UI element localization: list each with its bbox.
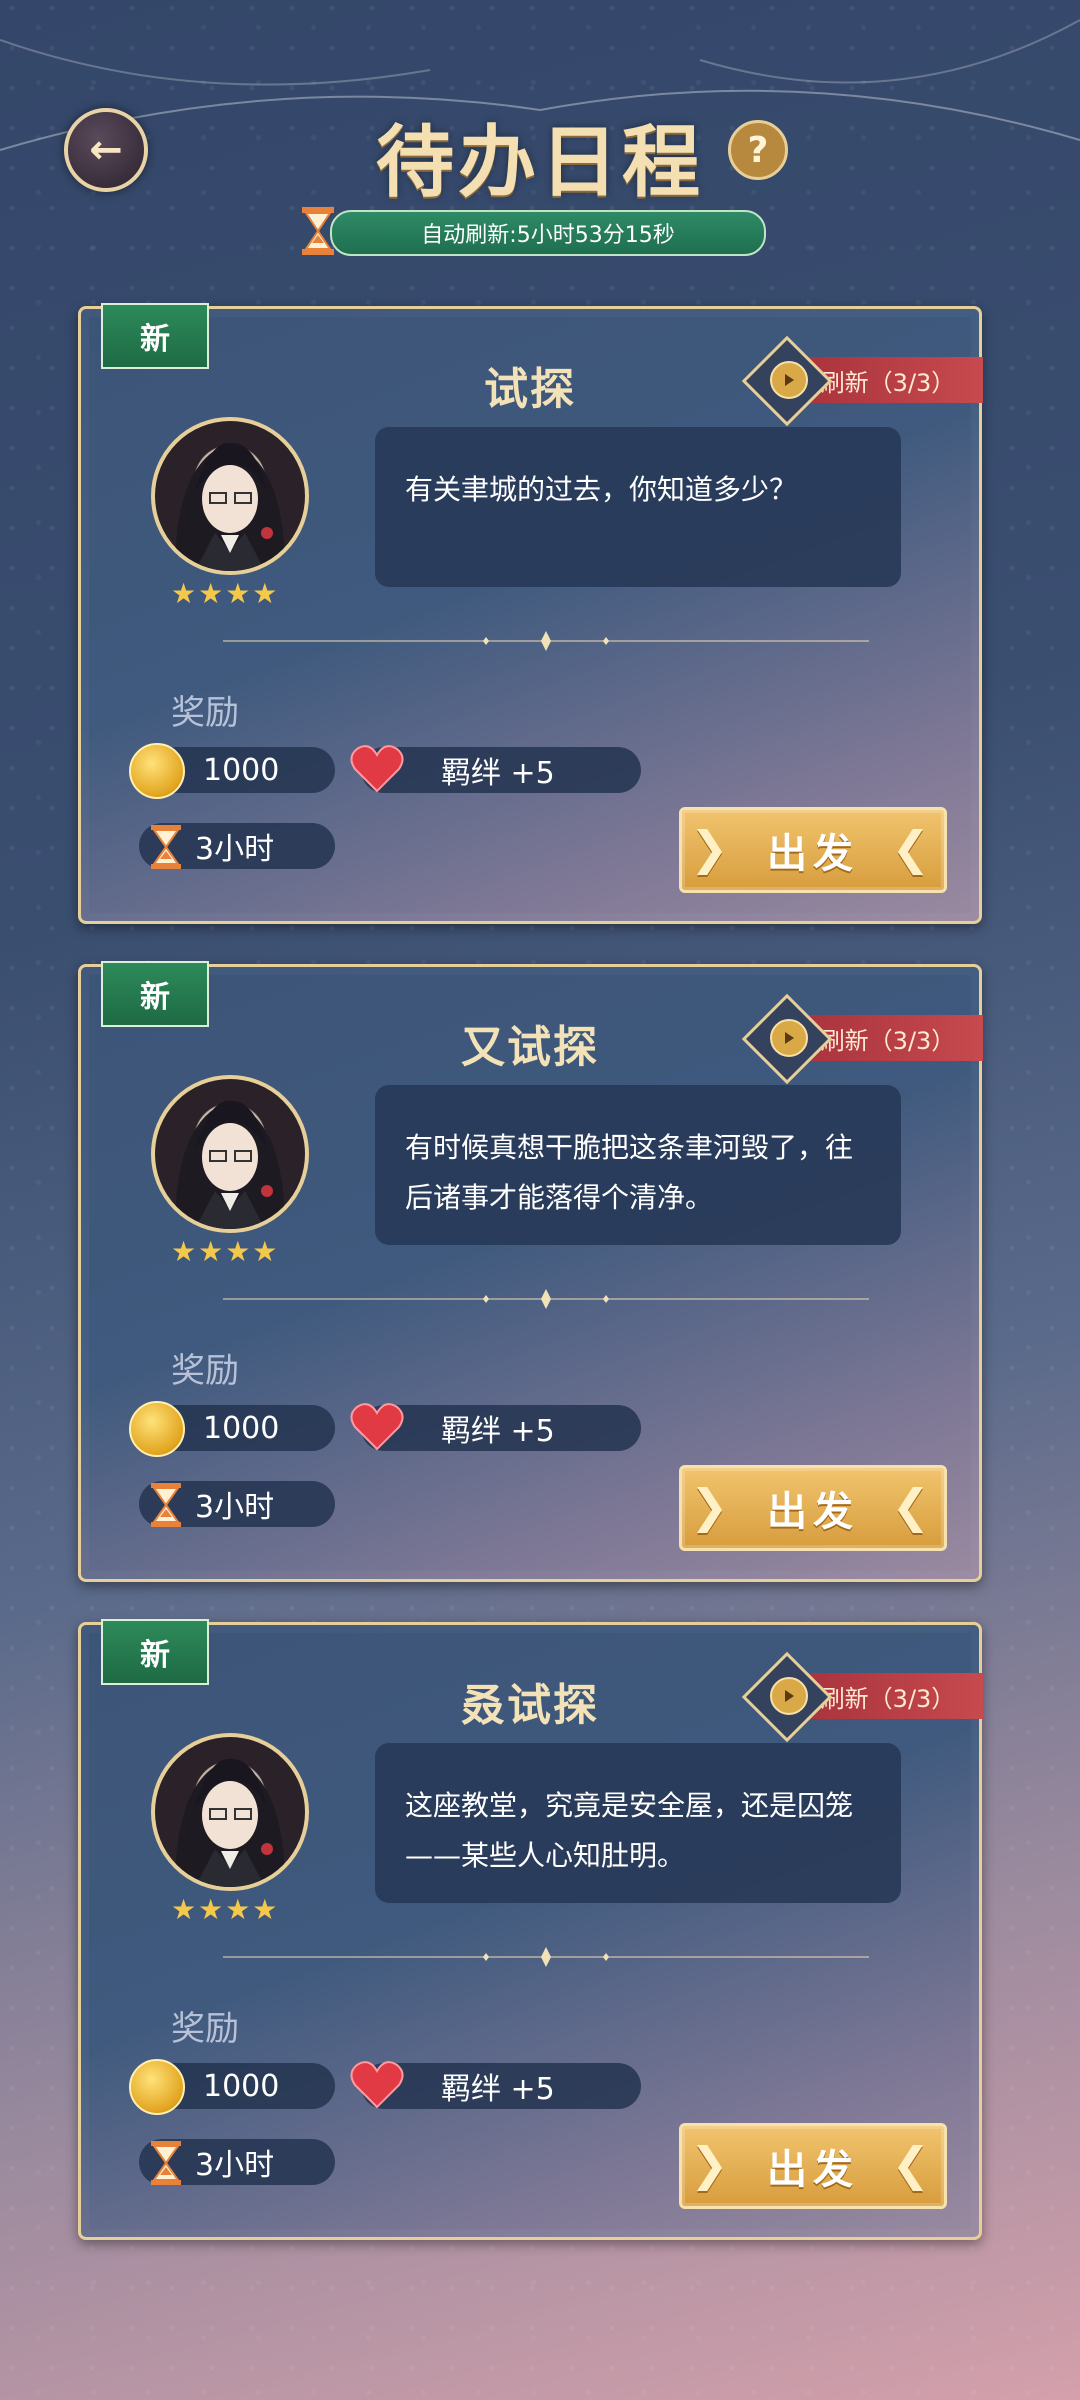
coin-reward: 1000 xyxy=(129,1401,335,1457)
heart-icon xyxy=(350,1403,404,1451)
depart-button[interactable]: ❯ 出发 ❮ xyxy=(679,2123,947,2209)
depart-button[interactable]: ❯ 出发 ❮ xyxy=(679,1465,947,1551)
coin-amount: 1000 xyxy=(203,752,280,788)
chevron-right-deco: ❮ xyxy=(891,821,936,875)
refresh-label: 刷新（3/3） xyxy=(820,1026,956,1055)
refresh-label: 刷新（3/3） xyxy=(820,1684,956,1713)
star-rating: ★★★★ xyxy=(171,1235,280,1268)
depart-label: 出发 xyxy=(767,831,859,877)
character-avatar xyxy=(151,1733,309,1891)
coin-amount: 1000 xyxy=(203,1410,280,1446)
back-button[interactable]: ← xyxy=(64,108,148,192)
video-refresh-icon[interactable] xyxy=(770,1677,808,1715)
heart-icon xyxy=(350,2061,404,2109)
bond-amount: 羁绊 +5 xyxy=(441,2072,555,2107)
auto-refresh-text: 自动刷新:5小时53分15秒 xyxy=(421,223,675,248)
depart-label: 出发 xyxy=(767,1489,859,1535)
reward-label: 奖励 xyxy=(171,1351,239,1391)
coin-icon xyxy=(129,1401,185,1457)
dialogue-bubble: 有关聿城的过去，你知道多少？ xyxy=(375,427,901,587)
schedule-card-2: 新 又试探 刷新（3/3） ★★★★ 有时候真想干脆把这条聿河毁了，往后诸事才能… xyxy=(78,961,983,1582)
star-rating: ★★★★ xyxy=(171,1893,280,1926)
dialogue-bubble: 这座教堂，究竟是安全屋，还是囚笼——某些人心知肚明。 xyxy=(375,1743,901,1903)
bond-amount: 羁绊 +5 xyxy=(441,1414,555,1449)
auto-refresh-timer: 自动刷新:5小时53分15秒 xyxy=(330,210,766,256)
character-avatar xyxy=(151,417,309,575)
hourglass-icon xyxy=(296,206,340,256)
hourglass-icon xyxy=(151,1483,181,1527)
chevron-left-deco: ❯ xyxy=(690,2137,735,2191)
reward-label: 奖励 xyxy=(171,2009,239,2049)
depart-label: 出发 xyxy=(767,2147,859,2193)
reward-label: 奖励 xyxy=(171,693,239,733)
coin-icon xyxy=(129,743,185,799)
duration-info: 3小时 xyxy=(139,823,335,869)
dialogue-text: 有时候真想干脆把这条聿河毁了，往后诸事才能落得个清净。 xyxy=(405,1131,854,1214)
video-refresh-icon[interactable] xyxy=(770,1019,808,1057)
bond-reward: 羁绊 +5 xyxy=(350,745,641,793)
star-rating: ★★★★ xyxy=(171,577,280,610)
bond-reward: 羁绊 +5 xyxy=(350,1403,641,1451)
ornament-divider xyxy=(223,1289,869,1309)
schedule-card-1: 新 试探 刷新（3/3） ★★★★ 有关聿城的过去，你知道多少？ 奖励 1000 xyxy=(78,303,983,924)
coin-icon xyxy=(129,2059,185,2115)
hourglass-icon xyxy=(151,2141,181,2185)
heart-icon xyxy=(350,745,404,793)
refresh-label: 刷新（3/3） xyxy=(820,368,956,397)
duration-info: 3小时 xyxy=(139,1481,335,1527)
duration-text: 3小时 xyxy=(195,832,275,867)
chevron-left-deco: ❯ xyxy=(690,821,735,875)
bond-amount: 羁绊 +5 xyxy=(441,756,555,791)
help-icon: ? xyxy=(747,129,769,171)
duration-text: 3小时 xyxy=(195,2148,275,2183)
coin-amount: 1000 xyxy=(203,2068,280,2104)
video-refresh-icon[interactable] xyxy=(770,361,808,399)
hourglass-icon xyxy=(151,825,181,869)
depart-button[interactable]: ❯ 出发 ❮ xyxy=(679,807,947,893)
duration-info: 3小时 xyxy=(139,2139,335,2185)
help-button[interactable]: ? xyxy=(728,120,788,180)
schedule-card-3: 新 叒试探 刷新（3/3） ★★★★ 这座教堂，究竟是安全屋，还是囚笼——某些人… xyxy=(78,1619,983,2240)
duration-text: 3小时 xyxy=(195,1490,275,1525)
coin-reward: 1000 xyxy=(129,2059,335,2115)
page-title: 待办日程 xyxy=(375,118,704,208)
dialogue-text: 这座教堂，究竟是安全屋，还是囚笼——某些人心知肚明。 xyxy=(405,1789,854,1872)
coin-reward: 1000 xyxy=(129,743,335,799)
chevron-right-deco: ❮ xyxy=(891,2137,936,2191)
back-arrow-icon: ← xyxy=(89,127,123,173)
dialogue-text: 有关聿城的过去，你知道多少？ xyxy=(405,473,798,506)
character-avatar xyxy=(151,1075,309,1233)
ornament-divider xyxy=(223,1947,869,1967)
chevron-left-deco: ❯ xyxy=(690,1479,735,1533)
ornament-divider xyxy=(223,631,869,651)
chevron-right-deco: ❮ xyxy=(891,1479,936,1533)
dialogue-bubble: 有时候真想干脆把这条聿河毁了，往后诸事才能落得个清净。 xyxy=(375,1085,901,1245)
bond-reward: 羁绊 +5 xyxy=(350,2061,641,2109)
